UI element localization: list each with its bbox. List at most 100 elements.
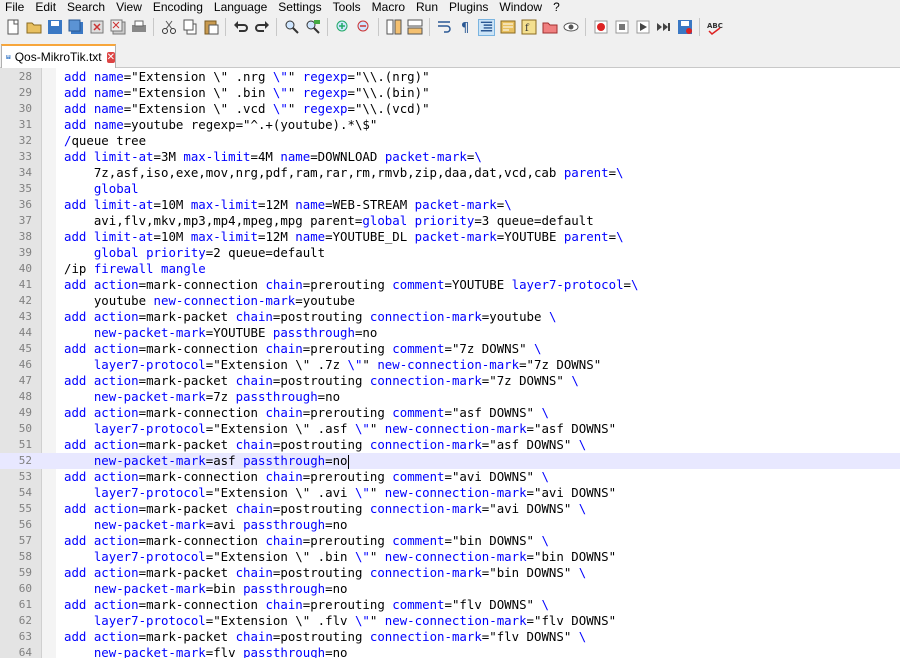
keyword-token: passthrough — [235, 389, 318, 404]
menu-window[interactable]: Window — [494, 0, 548, 14]
code-line[interactable]: 38 add limit-at=10M max-limit=12M name=YO… — [0, 229, 900, 245]
code-line[interactable]: 52 new-packet-mark=asf passthrough=no — [0, 453, 900, 469]
menu-plugins[interactable]: Plugins — [444, 0, 494, 14]
menu-edit[interactable]: Edit — [30, 0, 62, 14]
keyword-token: \" — [347, 357, 363, 372]
menu-search[interactable]: Search — [62, 0, 111, 14]
keyword-token: connection-mark — [369, 629, 482, 644]
tab-qos-mikrotik[interactable]: Qos-MikroTik.txt ✕ — [1, 44, 116, 68]
code-line[interactable]: 40/ip firewall mangle — [0, 261, 900, 277]
code-line[interactable]: 56 new-packet-mark=avi passthrough=no — [0, 517, 900, 533]
code-line[interactable]: 28 add name="Extension \" .nrg \"" regexp… — [0, 69, 900, 85]
undo-icon[interactable] — [232, 19, 249, 36]
document-map-icon[interactable] — [499, 19, 516, 36]
play-macro-icon[interactable] — [634, 19, 651, 36]
word-wrap-icon[interactable] — [436, 19, 453, 36]
sync-horizontal-icon[interactable] — [406, 19, 423, 36]
keyword-token: \" — [272, 101, 288, 116]
open-file-icon[interactable] — [25, 19, 42, 36]
code-line[interactable]: 48 new-packet-mark=7z passthrough=no — [0, 389, 900, 405]
keyword-token: \" — [272, 85, 288, 100]
copy-icon[interactable] — [181, 19, 198, 36]
code-line[interactable]: 42 youtube new-connection-mark=youtube — [0, 293, 900, 309]
code-line[interactable]: 36 add limit-at=10M max-limit=12M name=WE… — [0, 197, 900, 213]
code-line[interactable]: 51 add action=mark-packet chain=postrouti… — [0, 437, 900, 453]
redo-icon[interactable] — [253, 19, 270, 36]
menu-settings[interactable]: Settings — [273, 0, 327, 14]
code-line[interactable]: 30 add name="Extension \" .vcd \"" regexp… — [0, 101, 900, 117]
code-line[interactable]: 43 add action=mark-packet chain=postrouti… — [0, 309, 900, 325]
menu-language[interactable]: Language — [209, 0, 273, 14]
code-line[interactable]: 33 add limit-at=3M max-limit=4M name=DOWN… — [0, 149, 900, 165]
value-token: = — [608, 229, 617, 244]
code-text: add limit-at=10M max-limit=12M name=WEB-… — [64, 197, 512, 213]
code-line[interactable]: 32/queue tree — [0, 133, 900, 149]
value-token: =bin — [205, 581, 244, 596]
code-line[interactable]: 34 7z,asf,iso,exe,mov,nrg,pdf,ram,rar,rm… — [0, 165, 900, 181]
save-macro-icon[interactable] — [676, 19, 693, 36]
find-icon[interactable] — [283, 19, 300, 36]
code-line[interactable]: 41 add action=mark-connection chain=prero… — [0, 277, 900, 293]
save-icon[interactable] — [46, 19, 63, 36]
code-line[interactable]: 35 global — [0, 181, 900, 197]
monitoring-icon[interactable] — [562, 19, 579, 36]
folder-workspace-icon[interactable] — [541, 19, 558, 36]
zoom-out-icon[interactable] — [355, 19, 372, 36]
show-all-characters-icon[interactable]: ¶ — [457, 19, 474, 36]
print-icon[interactable] — [130, 19, 147, 36]
keyword-token: chain — [265, 405, 303, 420]
replace-icon[interactable] — [304, 19, 321, 36]
editor[interactable]: 28 add name="Extension \" .nrg \"" regexp… — [0, 68, 900, 658]
code-line[interactable]: 37 avi,flv,mkv,mp3,mp4,mpeg,mpg parent=g… — [0, 213, 900, 229]
code-line[interactable]: 29 add name="Extension \" .bin \"" regexp… — [0, 85, 900, 101]
menu-file[interactable]: File — [0, 0, 30, 14]
paste-icon[interactable] — [202, 19, 219, 36]
zoom-in-icon[interactable] — [334, 19, 351, 36]
function-list-icon[interactable]: f — [520, 19, 537, 36]
value-token: =no — [317, 389, 341, 404]
code-line[interactable]: 61 add action=mark-connection chain=prero… — [0, 597, 900, 613]
indent-guide-icon[interactable] — [478, 18, 495, 36]
code-line[interactable]: 60 new-packet-mark=bin passthrough=no — [0, 581, 900, 597]
code-line[interactable]: 44 new-packet-mark=YOUTUBE passthrough=n… — [0, 325, 900, 341]
menu-encoding[interactable]: Encoding — [148, 0, 209, 14]
run-macro-multiple-icon[interactable] — [655, 19, 672, 36]
record-macro-icon[interactable] — [592, 19, 609, 36]
code-line[interactable]: 31 add name=youtube regexp="^.+(youtube).… — [0, 117, 900, 133]
close-tab-icon[interactable]: ✕ — [106, 51, 115, 63]
code-line[interactable]: 58 layer7-protocol="Extension \" .bin \"… — [0, 549, 900, 565]
code-line[interactable]: 39 global priority=2 queue=default — [0, 245, 900, 261]
code-text: add name="Extension \" .nrg \"" regexp="… — [64, 69, 430, 85]
code-line[interactable]: 45 add action=mark-connection chain=prero… — [0, 341, 900, 357]
menu-help[interactable]: ? — [548, 0, 566, 14]
menu-macro[interactable]: Macro — [367, 0, 411, 14]
spell-check-icon[interactable]: ABC — [706, 19, 723, 36]
code-line[interactable]: 64 new-packet-mark=flv passthrough=no — [0, 645, 900, 658]
code-line[interactable]: 57 add action=mark-connection chain=prero… — [0, 533, 900, 549]
save-all-icon[interactable] — [67, 19, 84, 36]
code-line[interactable]: 53 add action=mark-connection chain=prero… — [0, 469, 900, 485]
line-number: 51 — [18, 438, 32, 451]
code-line[interactable]: 63 add action=mark-packet chain=postrouti… — [0, 629, 900, 645]
code-line[interactable]: 62 layer7-protocol="Extension \" .flv \"… — [0, 613, 900, 629]
code-line[interactable]: 59 add action=mark-packet chain=postrouti… — [0, 565, 900, 581]
sync-vertical-icon[interactable] — [385, 19, 402, 36]
value-token: ="7z DOWNS" — [481, 373, 572, 388]
menu-view[interactable]: View — [111, 0, 148, 14]
keyword-token: add — [64, 565, 94, 580]
code-line[interactable]: 46 layer7-protocol="Extension \" .7z \""… — [0, 357, 900, 373]
code-line[interactable]: 54 layer7-protocol="Extension \" .avi \"… — [0, 485, 900, 501]
code-line[interactable]: 55 add action=mark-packet chain=postrouti… — [0, 501, 900, 517]
menu-tools[interactable]: Tools — [328, 0, 367, 14]
code-line[interactable]: 47 add action=mark-packet chain=postrouti… — [0, 373, 900, 389]
stop-recording-icon[interactable] — [613, 19, 630, 36]
new-file-icon[interactable] — [4, 19, 21, 36]
keyword-token: comment — [392, 277, 445, 292]
menu-run[interactable]: Run — [411, 0, 444, 14]
value-token: " — [369, 485, 385, 500]
code-line[interactable]: 49 add action=mark-connection chain=prero… — [0, 405, 900, 421]
code-line[interactable]: 50 layer7-protocol="Extension \" .asf \"… — [0, 421, 900, 437]
close-all-icon[interactable] — [109, 19, 126, 36]
close-icon[interactable] — [88, 19, 105, 36]
cut-icon[interactable] — [160, 19, 177, 36]
